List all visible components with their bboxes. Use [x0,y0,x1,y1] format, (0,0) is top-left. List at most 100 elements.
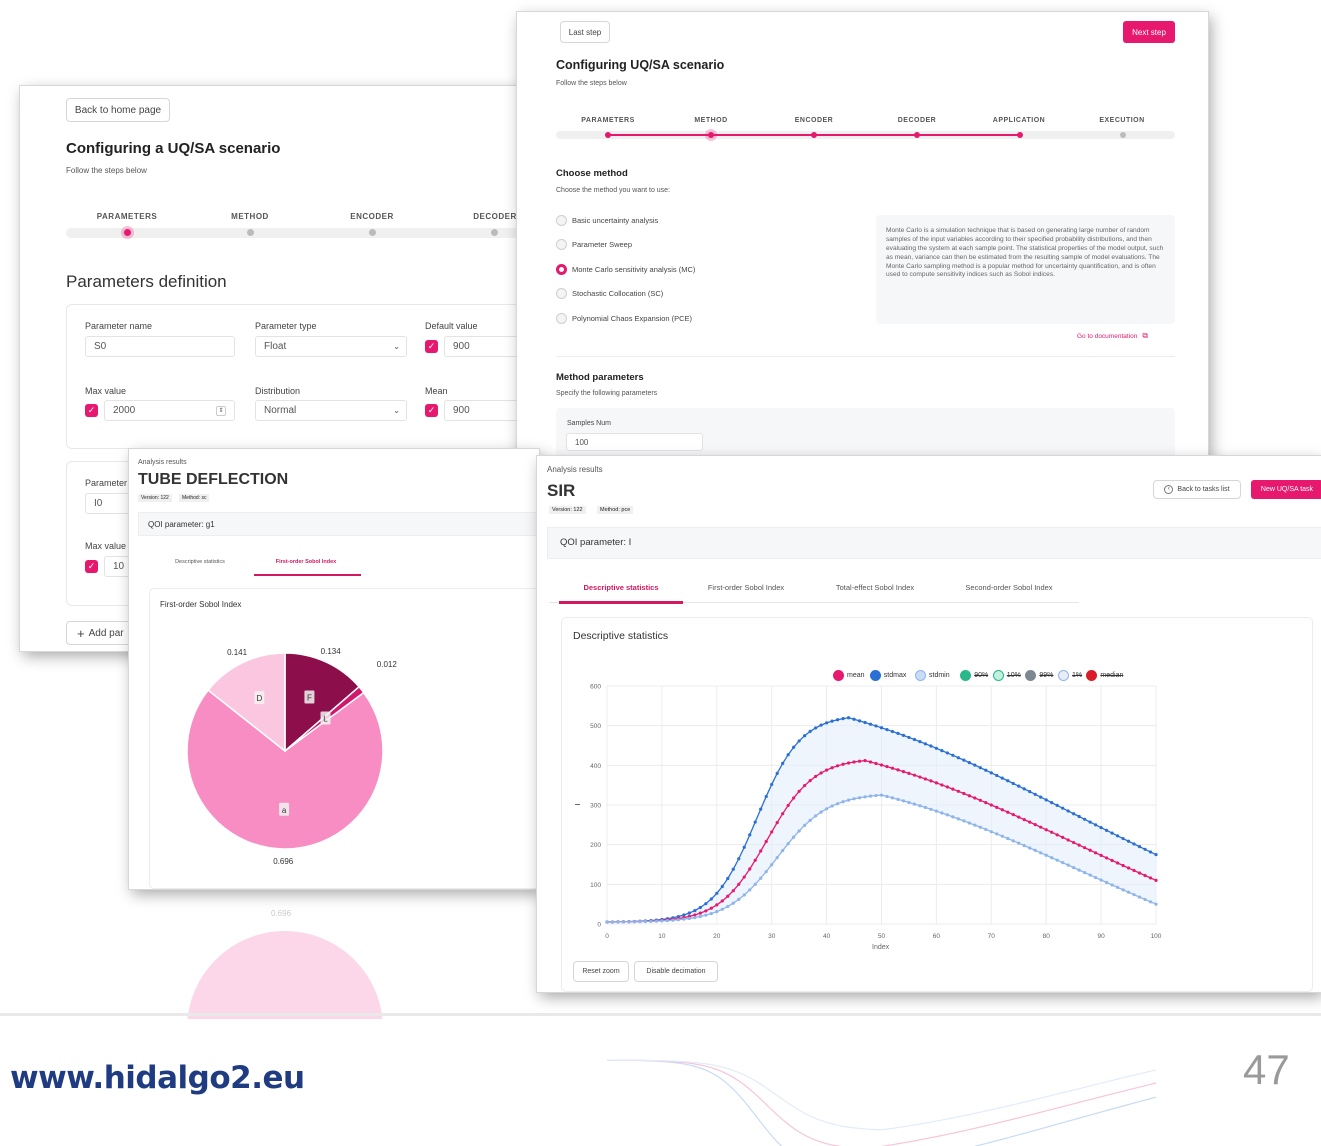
data-point[interactable] [846,798,851,802]
data-point[interactable] [698,911,702,915]
data-point[interactable] [967,794,971,798]
data-point[interactable] [764,794,768,799]
data-point[interactable] [720,899,724,903]
data-point[interactable] [1033,792,1037,796]
data-point[interactable] [973,796,977,800]
data-point[interactable] [671,918,675,922]
data-point[interactable] [1061,835,1065,839]
data-point[interactable] [1006,779,1010,783]
data-point[interactable] [1055,833,1059,837]
method-option-label[interactable]: Parameter Sweep [572,240,632,249]
data-point[interactable] [643,919,648,924]
data-point[interactable] [1104,828,1109,832]
data-point[interactable] [857,796,862,800]
data-point[interactable] [1126,839,1131,843]
data-point[interactable] [1055,803,1059,807]
data-point[interactable] [621,920,626,924]
data-point[interactable] [945,785,949,789]
data-point[interactable] [1072,812,1076,816]
data-point[interactable] [1066,863,1070,867]
data-point[interactable] [759,876,763,880]
data-point[interactable] [742,893,746,897]
data-point[interactable] [632,920,637,924]
data-point[interactable] [1072,840,1076,845]
data-point[interactable] [704,902,708,906]
data-point[interactable] [764,870,768,874]
data-point[interactable] [852,760,856,764]
data-point[interactable] [929,807,933,811]
data-point[interactable] [781,848,785,853]
data-point[interactable] [1028,846,1032,850]
data-point[interactable] [693,915,697,920]
data-point[interactable] [720,907,724,911]
data-point[interactable] [940,748,944,753]
data-point[interactable] [786,753,790,757]
default-value-checkbox[interactable]: ✓ [425,340,438,353]
data-point[interactable] [973,823,977,827]
step-encoder[interactable]: ENCODER [317,212,427,221]
data-point[interactable] [846,716,851,720]
data-point[interactable] [879,793,884,797]
data-point[interactable] [967,821,971,825]
data-point[interactable] [890,729,895,734]
data-point[interactable] [687,911,691,915]
data-point[interactable] [792,835,796,839]
data-point[interactable] [748,888,752,892]
data-point[interactable] [951,753,955,757]
data-point[interactable] [753,882,757,886]
data-point[interactable] [742,875,746,879]
data-point[interactable] [962,791,966,796]
data-point[interactable] [825,768,829,772]
step-method[interactable]: METHOD [656,117,766,124]
data-point[interactable] [775,820,779,825]
data-point[interactable] [731,901,735,905]
data-point[interactable] [1115,885,1120,889]
data-point[interactable] [726,876,730,881]
data-point[interactable] [627,920,631,924]
data-point[interactable] [934,809,938,813]
data-point[interactable] [1143,873,1147,878]
data-point[interactable] [770,830,774,834]
tab-first-order-sobol[interactable]: First-order Sobol Index [254,559,358,565]
data-point[interactable] [731,867,735,871]
data-point[interactable] [781,761,785,766]
data-point[interactable] [665,918,669,923]
data-point[interactable] [737,882,741,886]
disable-decimation-button[interactable]: Disable decimation [634,961,718,982]
method-radio[interactable] [556,215,567,226]
data-point[interactable] [918,804,922,808]
data-point[interactable] [704,909,708,913]
data-point[interactable] [1083,846,1087,850]
data-point[interactable] [1077,843,1081,847]
data-point[interactable] [1011,839,1015,843]
data-point[interactable] [1121,863,1125,868]
data-point[interactable] [874,724,878,728]
data-point[interactable] [1000,776,1004,780]
data-point[interactable] [956,789,960,793]
method-option-label[interactable]: Monte Carlo sensitivity analysis (MC) [572,265,695,274]
data-point[interactable] [1115,861,1120,865]
back-to-home-button[interactable]: Back to home page [66,98,170,122]
tab-second-order-sobol[interactable]: Second-order Sobol Index [951,583,1067,592]
data-point[interactable] [868,760,873,764]
data-point[interactable] [945,813,949,817]
data-point[interactable] [819,771,823,775]
footer-url[interactable]: www.hidalgo2.eu [10,1060,305,1096]
step-method[interactable]: METHOD [195,212,305,221]
data-point[interactable] [1137,845,1142,849]
data-point[interactable] [1110,858,1114,863]
data-point[interactable] [841,800,845,804]
data-point[interactable] [1000,808,1004,812]
data-point[interactable] [759,807,763,811]
data-point[interactable] [830,766,834,770]
data-point[interactable] [1088,873,1092,877]
data-point[interactable] [885,794,889,799]
next-step-button[interactable]: Next step [1123,21,1175,43]
data-point[interactable] [726,894,730,898]
data-point[interactable] [841,762,845,766]
data-point[interactable] [978,798,982,802]
data-point[interactable] [1094,823,1098,827]
data-point[interactable] [945,751,949,755]
data-point[interactable] [1039,825,1043,829]
data-point[interactable] [984,768,988,772]
